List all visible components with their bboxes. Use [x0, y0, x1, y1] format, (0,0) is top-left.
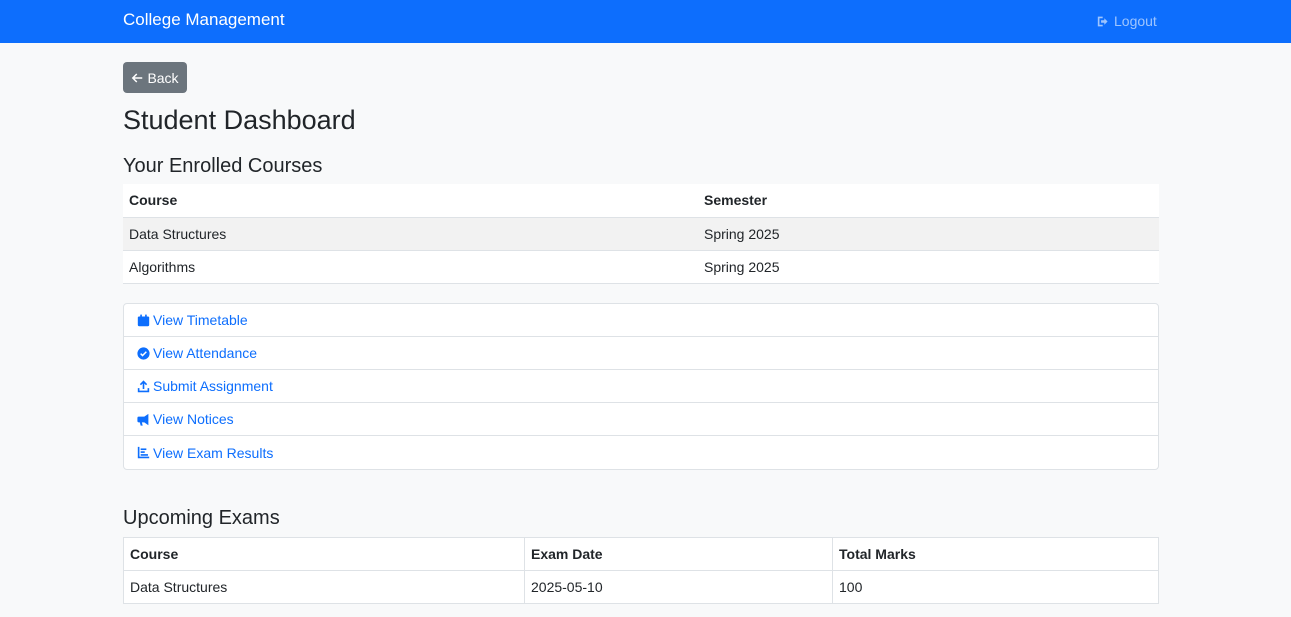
column-header-course: Course	[123, 184, 698, 218]
back-button[interactable]: Back	[123, 62, 187, 93]
back-label: Back	[147, 69, 179, 86]
semester-cell: Spring 2025	[698, 217, 1159, 251]
submit-assignment-link[interactable]: Submit Assignment	[124, 370, 1158, 403]
student-actions-list: View Timetable View Attendance Submit As…	[123, 303, 1159, 470]
table-row: Data Structures Spring 2025	[123, 217, 1159, 251]
table-header-row: Course Semester	[123, 184, 1159, 218]
view-notices-link[interactable]: View Notices	[124, 403, 1158, 436]
arrow-left-icon	[132, 73, 143, 82]
course-cell: Algorithms	[123, 250, 698, 284]
course-cell: Data Structures	[123, 217, 698, 251]
course-cell: Data Structures	[123, 570, 525, 604]
view-exam-results-link[interactable]: View Exam Results	[124, 436, 1158, 469]
table-header-row: Course Exam Date Total Marks	[123, 537, 1159, 571]
column-header-exam-date: Exam Date	[524, 537, 833, 571]
view-attendance-link[interactable]: View Attendance	[124, 337, 1158, 370]
brand-title[interactable]: College Management	[123, 10, 285, 30]
column-header-total-marks: Total Marks	[832, 537, 1159, 571]
semester-cell: Spring 2025	[698, 250, 1159, 284]
link-label: View Timetable	[153, 312, 248, 328]
link-label: View Notices	[153, 411, 234, 427]
logout-label: Logout	[1114, 13, 1157, 29]
link-label: View Attendance	[153, 345, 258, 361]
table-row: Algorithms Spring 2025	[123, 250, 1159, 284]
upcoming-exams-table: Course Exam Date Total Marks Data Struct…	[123, 537, 1159, 604]
view-timetable-link[interactable]: View Timetable	[124, 304, 1158, 337]
sign-out-icon	[1097, 16, 1108, 26]
calendar-icon	[137, 313, 150, 326]
logout-link[interactable]: Logout	[1097, 13, 1157, 29]
top-navbar: College Management Logout	[0, 0, 1291, 43]
table-row: Data Structures 2025-05-10 100	[123, 570, 1159, 604]
megaphone-icon	[137, 413, 149, 426]
upload-icon	[137, 379, 150, 392]
total-marks-cell: 100	[832, 570, 1159, 604]
page-title: Student Dashboard	[123, 105, 356, 135]
upcoming-exams-title: Upcoming Exams	[123, 507, 280, 529]
enrolled-courses-title: Your Enrolled Courses	[123, 155, 323, 177]
link-label: Submit Assignment	[153, 378, 273, 394]
check-circle-icon	[137, 346, 150, 360]
column-header-course: Course	[123, 537, 525, 571]
link-label: View Exam Results	[153, 444, 274, 461]
chart-icon	[137, 446, 150, 459]
column-header-semester: Semester	[698, 184, 1159, 218]
enrolled-courses-table: Course Semester Data Structures Spring 2…	[123, 184, 1159, 284]
exam-date-cell: 2025-05-10	[524, 570, 833, 604]
